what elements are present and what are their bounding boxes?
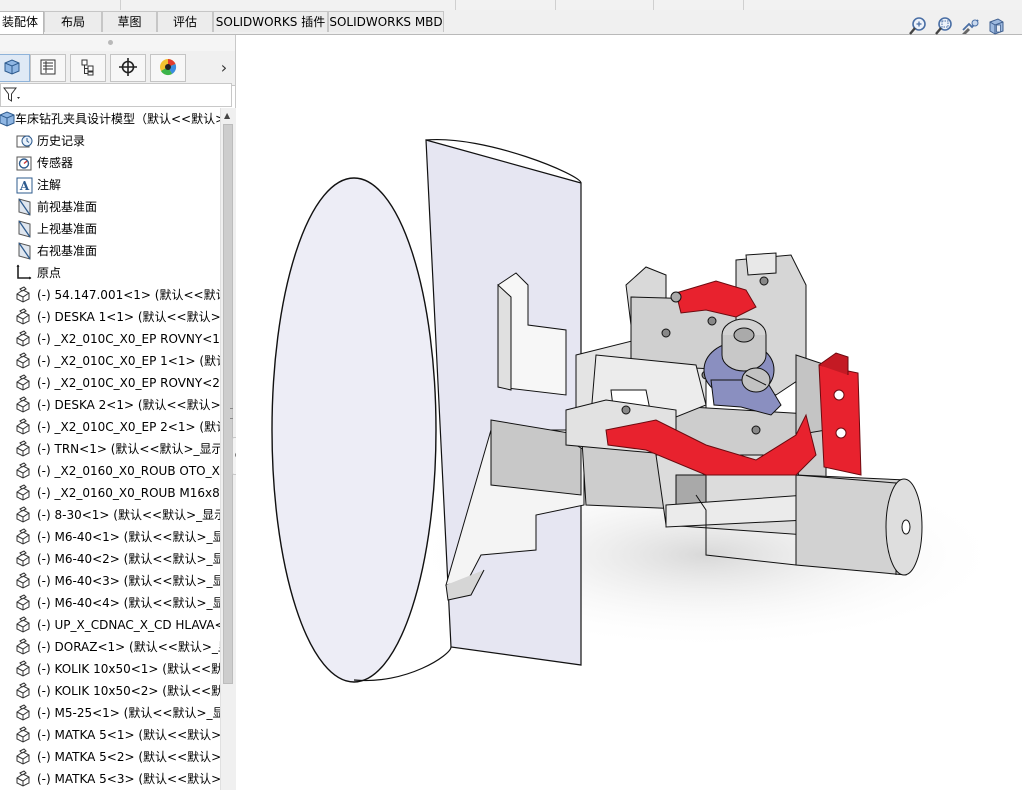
tree-component-label: (-) KOLIK 10x50<1> (默认<<默认 (37, 662, 220, 676)
tree-component-label: (-) M6-40<4> (默认<<默认>_显 (37, 596, 220, 610)
lathe-chuck[interactable] (271, 138, 585, 683)
tree-component-label: (-) TRN<1> (默认<<默认>_显示 (37, 442, 220, 456)
scroll-thumb[interactable] (223, 124, 233, 684)
filter-icon (3, 86, 23, 107)
part-component-icon (14, 638, 32, 656)
part-component-icon (14, 572, 32, 590)
manager-tabs-scroll-right[interactable]: › (216, 56, 232, 80)
tree-item-label: 上视基准面 (37, 222, 98, 236)
tree-component-label: (-) _X2_010C_X0_EP 2<1> (默认<< (37, 420, 220, 434)
tree-component-label: (-) M5-25<1> (默认<<默认>_显 (37, 706, 220, 720)
plane-icon (16, 198, 34, 216)
part-component-icon (14, 308, 32, 326)
sensor-icon (16, 154, 34, 172)
panel-grip[interactable] (0, 35, 235, 51)
tree-component-label: (-) MATKA 5<1> (默认<<默认>_ (37, 728, 220, 742)
configurationmanager-tab[interactable] (70, 54, 106, 82)
tree-component-label: (-) _X2_010C_X0_EP ROVNY<2> (默认< (37, 376, 220, 390)
part-component-icon (14, 770, 32, 788)
plane-icon (16, 220, 34, 238)
tree-item-label: 右视基准面 (37, 244, 98, 258)
tree-component-label: (-) MATKA 5<3> (默认<<默认>_ (37, 772, 220, 786)
tree-component-label: (-) MATKA 5<2> (默认<<默认>_ (37, 750, 220, 764)
command-manager-tabs: 装配体 布局 草图 评估 SOLIDWORKS 插件 SOLIDWORKS MB… (0, 10, 1022, 35)
part-component-icon (14, 616, 32, 634)
tab-evaluate[interactable]: 评估 (157, 11, 213, 32)
assembly-model-view (271, 138, 1006, 683)
tree-item-label: 前视基准面 (37, 200, 98, 214)
part-component-icon (14, 396, 32, 414)
tree-component-label: (-) _X2_010C_X0_EP ROVNY<1> (默认< (37, 332, 220, 346)
tree-component-label: (-) DESKA 1<1> (默认<<默认>_显 (37, 310, 220, 324)
red-bracket[interactable] (818, 352, 862, 476)
graphics-viewport[interactable] (236, 35, 1022, 790)
tree-component-label: (-) M6-40<3> (默认<<默认>_显 (37, 574, 220, 588)
tree-filter-bar[interactable] (0, 83, 232, 107)
tree-item-label: 历史记录 (37, 134, 86, 148)
history-icon (16, 132, 34, 150)
tree-component-label: (-) 54.147.001<1> (默认<<默认> (37, 288, 220, 302)
manager-tab-bar: › (0, 51, 235, 86)
featuremanager-icon (2, 57, 22, 80)
part-component-icon (14, 462, 32, 480)
displaymanager-icon (158, 57, 178, 80)
annotation-icon: A (16, 176, 34, 194)
tree-component-label: (-) _X2_0160_X0_ROUB OTO_X2 (37, 464, 220, 478)
part-component-icon (14, 484, 32, 502)
tab-mbd[interactable]: SOLIDWORKS MBD (328, 11, 444, 32)
part-component-icon (14, 550, 32, 568)
scroll-up-icon[interactable]: ▲ (224, 111, 230, 120)
feature-tree: 车床钻孔夹具设计模型（默认<<默认> 历史记录 传感器 A 注解 前视基准面 上… (0, 108, 220, 790)
part-component-icon (14, 374, 32, 392)
displaymanager-tab[interactable] (150, 54, 186, 82)
tree-component-label: (-) KOLIK 10x50<2> (默认<<默认 (37, 684, 220, 698)
tree-component-label: (-) DORAZ<1> (默认<<默认>_显 (37, 640, 220, 654)
part-component-icon (14, 660, 32, 678)
tree-item-label: 注解 (37, 178, 62, 192)
dimxpert-tab[interactable] (110, 54, 146, 82)
tree-component-label: (-) M6-40<1> (默认<<默认>_显 (37, 530, 220, 544)
origin-icon (14, 264, 32, 282)
tree-root-label: 车床钻孔夹具设计模型（默认<<默认> (15, 112, 220, 126)
part-component-icon (14, 704, 32, 722)
part-component-icon (14, 286, 32, 304)
tab-assembly[interactable]: 装配体 (0, 11, 44, 34)
part-component-icon (14, 528, 32, 546)
tree-component-label: (-) UP_X_CDNAC_X_CD HLAVA< (37, 618, 220, 632)
configurationmanager-icon (78, 57, 98, 80)
part-component-icon (14, 506, 32, 524)
tree-component-label: (-) _X2_010C_X0_EP 1<1> (默认<< (37, 354, 220, 368)
tree-component-label: (-) 8-30<1> (默认<<默认>_显示 (37, 508, 220, 522)
tree-item-label: 传感器 (37, 156, 74, 170)
part-component-icon (14, 418, 32, 436)
tree-component-label: (-) DESKA 2<1> (默认<<默认>_显 (37, 398, 220, 412)
part-component-icon (14, 594, 32, 612)
tab-sketch[interactable]: 草图 (102, 11, 157, 32)
tree-component-label: (-) _X2_0160_X0_ROUB M16x80 (37, 486, 220, 500)
part-component-icon (14, 352, 32, 370)
part-component-icon (14, 682, 32, 700)
propertymanager-tab[interactable] (30, 54, 66, 82)
dimxpert-icon (118, 57, 138, 80)
propertymanager-icon (38, 57, 58, 80)
plane-icon (16, 242, 34, 260)
part-component-icon (14, 726, 32, 744)
tree-component-label: (-) M6-40<2> (默认<<默认>_显 (37, 552, 220, 566)
featuremanager-tab[interactable] (0, 54, 30, 82)
part-component-icon (14, 440, 32, 458)
tree-item-label: 原点 (37, 266, 62, 280)
part-component-icon (14, 748, 32, 766)
tab-layout[interactable]: 布局 (44, 11, 102, 32)
part-component-icon (14, 330, 32, 348)
assembly-icon (0, 110, 16, 128)
featuremanager-panel: › 车床钻孔夹具设计模型（默认<<默认> 历史记录 传感器 A 注解 前视基准面… (0, 35, 236, 790)
tab-addins[interactable]: SOLIDWORKS 插件 (213, 11, 328, 32)
svg-text:A: A (19, 179, 30, 193)
